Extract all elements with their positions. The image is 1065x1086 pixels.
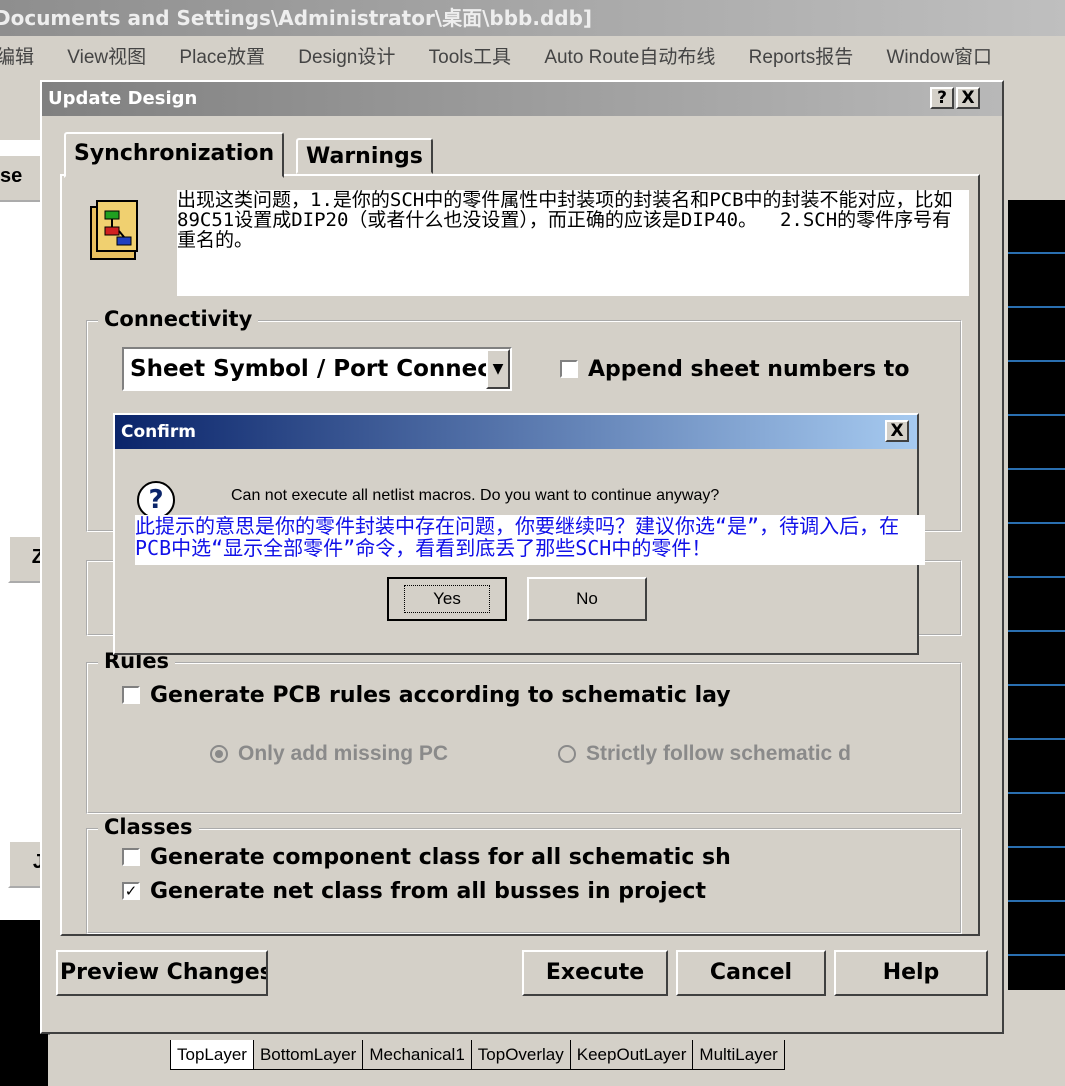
preview-changes-button[interactable]: Preview Changes (56, 950, 268, 996)
generate-pcb-rules-checkbox[interactable] (122, 686, 140, 704)
append-sheet-numbers-row[interactable]: Append sheet numbers to (560, 356, 909, 382)
connectivity-select[interactable]: Sheet Symbol / Port Connect ▼ (122, 347, 512, 391)
net-class-checkbox[interactable]: ✓ (122, 882, 140, 900)
component-class-label: Generate component class for all schemat… (150, 844, 731, 870)
cancel-button[interactable]: Cancel (676, 950, 826, 996)
update-design-titlebar[interactable]: Update Design ? X (42, 82, 1002, 116)
generate-pcb-rules-row[interactable]: Generate PCB rules according to schemati… (122, 682, 731, 708)
execute-button[interactable]: Execute (522, 950, 668, 996)
layer-tabs: TopLayer BottomLayer Mechanical1 TopOver… (170, 1040, 785, 1070)
close-icon[interactable]: X (956, 87, 980, 109)
classes-legend: Classes (98, 814, 199, 840)
confirm-titlebar[interactable]: Confirm X (115, 415, 917, 449)
radio-only-missing (210, 745, 228, 764)
menu-bar: 编辑 View视图 Place放置 Design设计 Tools工具 Auto … (0, 36, 1065, 80)
menu-edit[interactable]: 编辑 (0, 47, 34, 68)
tab-warnings[interactable]: Warnings (296, 138, 433, 174)
connectivity-select-value: Sheet Symbol / Port Connect (130, 356, 502, 382)
layer-tab-topoverlay[interactable]: TopOverlay (471, 1040, 571, 1070)
radio-strict-label: Strictly follow schematic d (586, 742, 851, 765)
connectivity-legend: Connectivity (98, 306, 259, 332)
app-title: Documents and Settings\Administrator\桌面\… (0, 6, 593, 30)
net-class-label: Generate net class from all busses in pr… (150, 878, 706, 904)
tab-synchronization[interactable]: Synchronization (64, 132, 285, 178)
radio-only-missing-row: Only add missing PC (210, 742, 448, 766)
help-button[interactable]: Help (834, 950, 988, 996)
menu-view[interactable]: View视图 (67, 47, 146, 68)
append-sheet-numbers-checkbox[interactable] (560, 360, 578, 378)
annotation-note: 此提示的意思是你的零件封装中存在问题，你要继续吗？建议你选“是”，待调入后，在P… (135, 515, 925, 565)
dialog-title: Update Design (48, 88, 198, 109)
no-button[interactable]: No (527, 577, 647, 621)
layer-tab-multilayer[interactable]: MultiLayer (693, 1040, 785, 1070)
info-box: 出现这类问题，1.是你的SCH中的零件属性中封装项的封装名和PCB中的封装不能对… (177, 190, 969, 296)
net-class-row[interactable]: ✓ Generate net class from all busses in p… (122, 878, 706, 904)
layer-tab-bottom[interactable]: BottomLayer (253, 1040, 364, 1070)
radio-strict (558, 745, 576, 764)
radio-only-missing-label: Only add missing PC (238, 742, 449, 765)
menu-place[interactable]: Place放置 (179, 47, 265, 68)
layer-tab-top[interactable]: TopLayer (170, 1040, 254, 1070)
confirm-title: Confirm (121, 422, 196, 442)
yes-button-label: Yes (404, 585, 490, 613)
help-icon[interactable]: ? (930, 87, 954, 109)
component-class-checkbox[interactable] (122, 848, 140, 866)
chevron-down-icon[interactable]: ▼ (486, 349, 510, 389)
confirm-dialog: Confirm X ? Can not execute all netlist … (113, 413, 925, 655)
menu-tools[interactable]: Tools工具 (429, 47, 511, 68)
app-title-bar: Documents and Settings\Administrator\桌面\… (0, 0, 1065, 36)
menu-reports[interactable]: Reports报告 (749, 47, 854, 68)
pcb-canvas[interactable] (1008, 200, 1065, 990)
append-sheet-numbers-label: Append sheet numbers to (588, 356, 910, 382)
confirm-close-icon[interactable]: X (885, 420, 909, 442)
confirm-message: Can not execute all netlist macros. Do y… (231, 487, 720, 504)
yes-button[interactable]: Yes (387, 577, 507, 621)
menu-design[interactable]: Design设计 (298, 47, 395, 68)
component-info-icon (90, 200, 138, 260)
menu-window[interactable]: Window窗口 (886, 47, 992, 68)
info-text: 出现这类问题，1.是你的SCH中的零件属性中封装项的封装名和PCB中的封装不能对… (177, 189, 953, 251)
component-class-row[interactable]: Generate component class for all schemat… (122, 844, 731, 870)
generate-pcb-rules-label: Generate PCB rules according to schemati… (150, 682, 731, 708)
layer-tab-mechanical1[interactable]: Mechanical1 (363, 1040, 472, 1070)
layer-tab-keepout[interactable]: KeepOutLayer (570, 1040, 694, 1070)
radio-strict-row: Strictly follow schematic d (558, 742, 851, 766)
menu-auto-route[interactable]: Auto Route自动布线 (544, 47, 715, 68)
